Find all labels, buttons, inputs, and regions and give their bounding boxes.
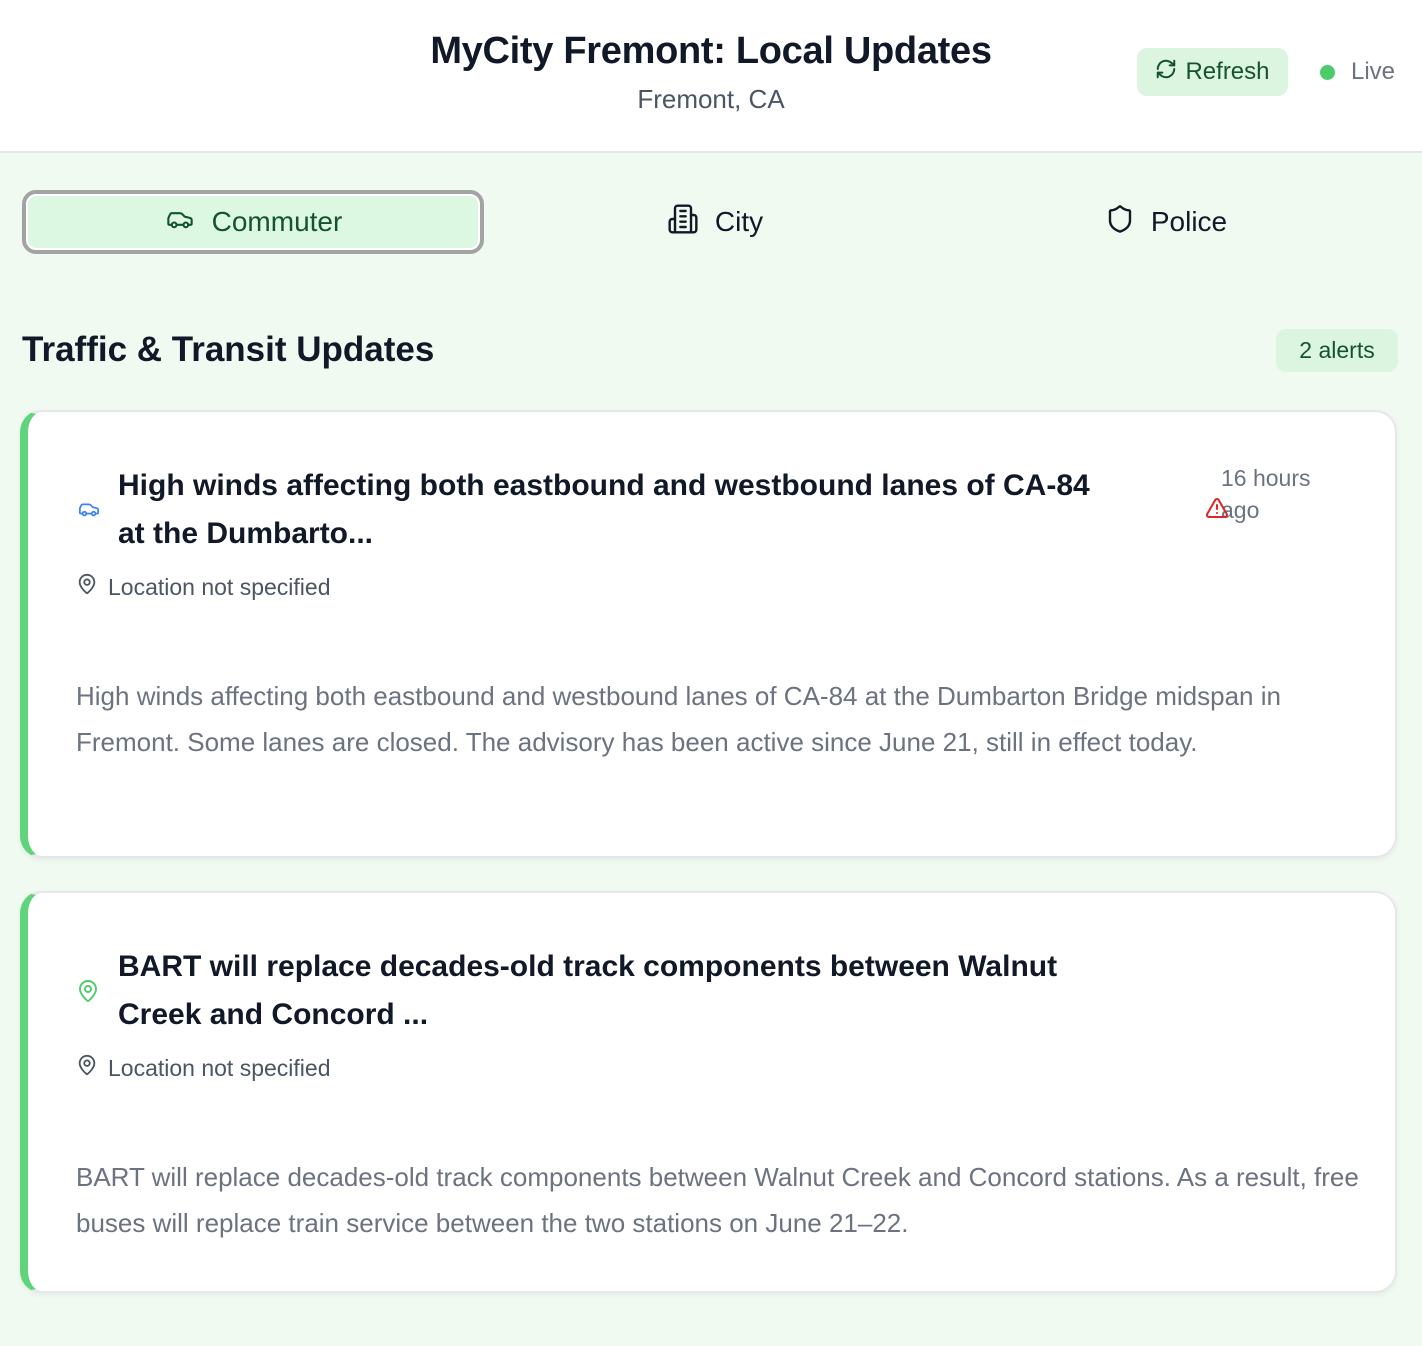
refresh-icon	[1155, 58, 1177, 87]
map-pin-icon	[76, 1053, 98, 1083]
tab-police[interactable]: Police	[935, 190, 1397, 254]
car-icon	[76, 498, 102, 525]
alert-card[interactable]: High winds affecting both eastbound and …	[20, 410, 1397, 858]
alert-location: Location not specified	[76, 572, 331, 602]
tab-label: Police	[1150, 206, 1228, 237]
map-pin-icon	[76, 977, 100, 1010]
alert-triangle-icon	[1204, 496, 1230, 525]
alert-description: BART will replace decades-old track comp…	[76, 1162, 1359, 1238]
map-pin-icon	[76, 572, 98, 602]
live-indicator: Live	[1320, 58, 1395, 86]
section-title: Traffic & Transit Updates	[22, 330, 435, 369]
tab-commuter[interactable]: Commuter	[22, 190, 484, 254]
refresh-label: Refresh	[1185, 58, 1270, 85]
live-label: Live	[1351, 58, 1396, 85]
alert-count-badge: 2 alerts	[1276, 329, 1398, 372]
alert-title[interactable]: High winds affecting both eastbound and …	[118, 462, 1090, 558]
tab-label: Commuter	[211, 206, 343, 237]
live-dot-icon	[1320, 64, 1335, 80]
alert-title[interactable]: BART will replace decades-old track comp…	[118, 943, 1057, 1039]
alert-location: Location not specified	[76, 1053, 331, 1083]
shield-icon	[1105, 203, 1135, 242]
refresh-button[interactable]: Refresh	[1137, 48, 1288, 96]
tab-city[interactable]: City	[484, 190, 946, 254]
building-icon	[667, 203, 699, 242]
app-header: MyCity Fremont: Local Updates Fremont, C…	[0, 0, 1422, 153]
tab-label: City	[714, 206, 764, 237]
alert-card[interactable]: BART will replace decades-old track comp…	[20, 891, 1397, 1293]
car-icon	[164, 205, 196, 240]
alert-description: High winds affecting both eastbound and …	[76, 681, 1281, 757]
